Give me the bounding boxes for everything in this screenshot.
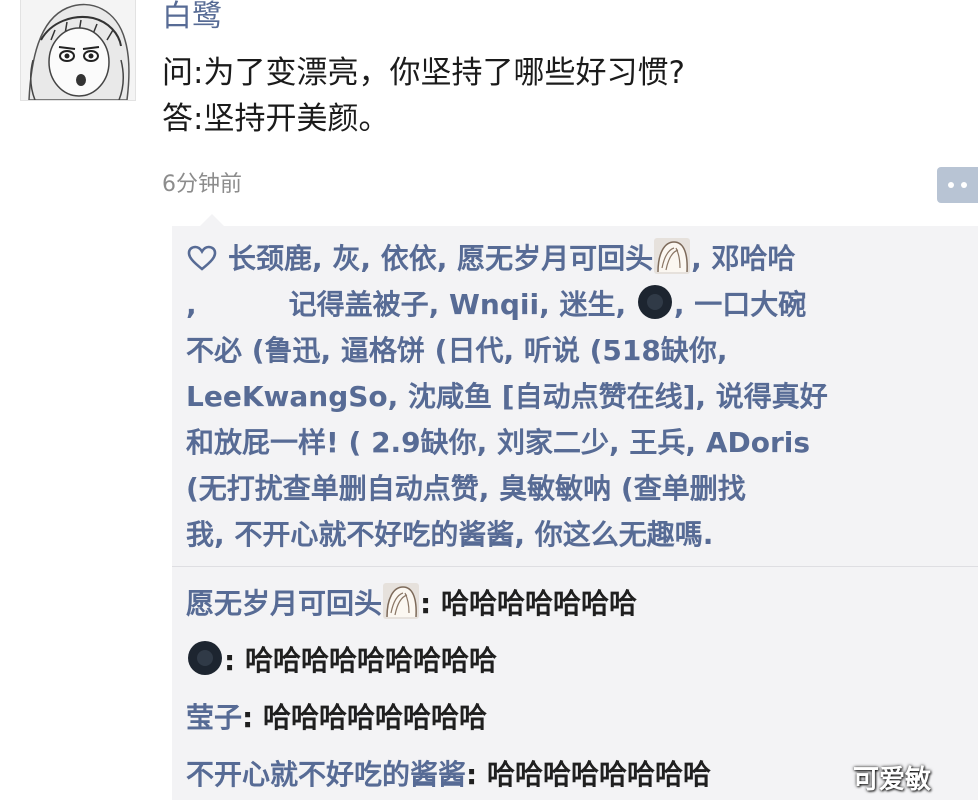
post-username[interactable]: 白鹭: [162, 0, 222, 36]
likes-list: 长颈鹿, 灰, 依依, 愿无岁月可回头 , 邓哈哈 , 记得盖被子, Wnqii,…: [186, 236, 976, 558]
likes-comments-divider: [172, 566, 978, 567]
likes-names[interactable]: ,: [186, 288, 197, 321]
likes-names[interactable]: 记得盖被子, Wnqii, 迷生,: [289, 288, 626, 321]
comment-text: 哈哈哈哈哈哈哈哈哈: [244, 644, 497, 677]
comment-author[interactable]: 莹子: [186, 701, 242, 734]
user-avatar-icon[interactable]: [383, 583, 420, 619]
likes-row[interactable]: (无打扰查单删自动点赞, 臭敏敏呐 (查单删找: [186, 466, 976, 512]
heart-outline-icon: [186, 240, 218, 271]
likes-row[interactable]: 不必 (鲁迅, 逼格饼 (日代, 听说 (518缺你,: [186, 328, 976, 374]
likes-names[interactable]: , 邓哈哈: [691, 242, 795, 275]
comment-item[interactable]: : 哈哈哈哈哈哈哈哈哈: [186, 633, 976, 690]
comment-separator: :: [420, 587, 441, 620]
comment-separator: :: [466, 758, 487, 791]
user-avatar-icon[interactable]: [637, 284, 673, 320]
watermark: 可爱敏: [853, 765, 932, 795]
comment-author[interactable]: 不开心就不好吃的酱酱: [186, 758, 466, 791]
post-text-line: 问:为了变漂亮，你坚持了哪些好习惯?: [162, 55, 685, 91]
comment-separator: :: [242, 701, 263, 734]
likes-row: , 记得盖被子, Wnqii, 迷生, , 一口大碗: [186, 282, 976, 328]
dot-icon: [948, 182, 954, 188]
comment-separator: :: [224, 644, 245, 677]
likes-row[interactable]: 我, 不开心就不好吃的酱酱, 你这么无趣嗎.: [186, 512, 976, 558]
comment-text: 哈哈哈哈哈哈哈: [440, 587, 637, 620]
user-avatar-icon[interactable]: [654, 238, 691, 274]
post-timestamp: 6分钟前: [162, 172, 242, 197]
likes-row[interactable]: LeeKwangSo, 沈咸鱼 [自动点赞在线], 说得真好: [186, 374, 976, 420]
comment-item[interactable]: 莹子: 哈哈哈哈哈哈哈哈: [186, 690, 976, 747]
comment-text: 哈哈哈哈哈哈哈哈: [262, 701, 487, 734]
likes-row[interactable]: 和放屁一样! ( 2.9缺你, 刘家二少, 王兵, ADoris: [186, 420, 976, 466]
likes-row: 长颈鹿, 灰, 依依, 愿无岁月可回头 , 邓哈哈: [186, 236, 976, 282]
post-text-line: 答:坚持开美颜。: [162, 101, 390, 137]
likes-names[interactable]: 长颈鹿, 灰, 依依, 愿无岁月可回头: [228, 242, 653, 275]
dot-icon: [961, 182, 967, 188]
post-text: 问:为了变漂亮，你坚持了哪些好习惯? 答:坚持开美颜。: [162, 50, 685, 142]
user-avatar-icon[interactable]: [187, 640, 223, 676]
likes-names[interactable]: , 一口大碗: [674, 288, 806, 321]
likes-comments-panel: 长颈鹿, 灰, 依依, 愿无岁月可回头 , 邓哈哈 , 记得盖被子, Wnqii,…: [172, 214, 978, 800]
comment-text: 哈哈哈哈哈哈哈哈: [486, 758, 711, 791]
comment-item[interactable]: 愿无岁月可回头 : 哈哈哈哈哈哈哈: [186, 576, 976, 633]
more-dots-icon[interactable]: [937, 167, 978, 203]
comment-author[interactable]: 愿无岁月可回头: [186, 587, 382, 620]
user-avatar[interactable]: [20, 0, 136, 101]
